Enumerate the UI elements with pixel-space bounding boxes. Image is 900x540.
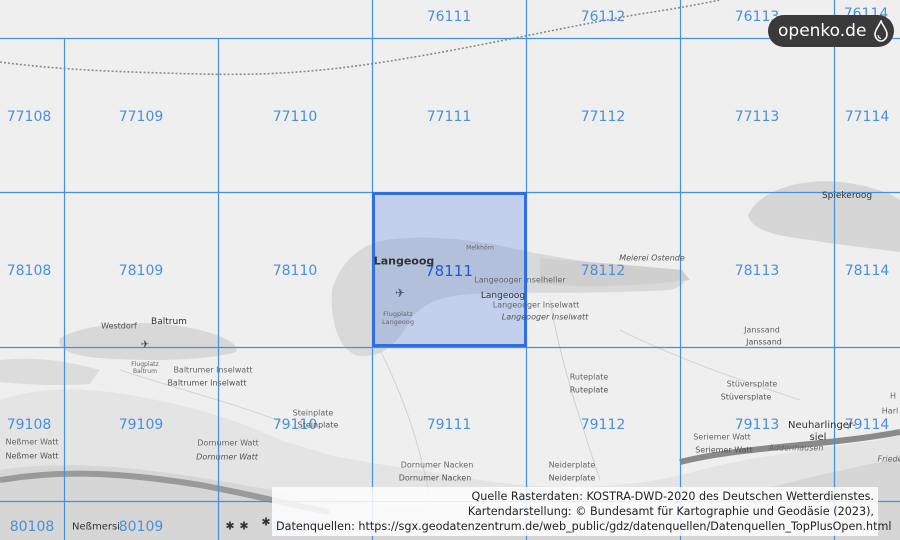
place-neuharlingersiel: Neuharlinger-siel [788, 420, 857, 443]
place-steinplate-label: Steinplate [297, 420, 339, 430]
place-langeooger-inselheller: Langeooger Inselheller [474, 275, 566, 285]
place-langeooger-inselwatt-label: Langeooger Inselwatt [501, 312, 589, 322]
place-dornumer-watt-label: Dornumer Watt [196, 452, 258, 462]
logo-text: openko.de [778, 21, 867, 41]
grid-cell-label[interactable]: 79109 [119, 417, 164, 433]
place-westdorf: Westdorf [101, 321, 137, 331]
place-nessmersiel: Neßmersi [72, 521, 120, 533]
place-harl: Harl [881, 406, 899, 416]
place-flugplatz-baltrum: Flugplatz Baltrum [131, 361, 159, 375]
grid-cell-label[interactable]: 78113 [735, 263, 780, 279]
grid-cell-label[interactable]: 77109 [119, 109, 164, 125]
windmill-icon: ✱ [225, 519, 235, 533]
openko-logo[interactable]: openko.de [768, 15, 894, 47]
airport-icon: ✈ [140, 339, 150, 351]
place-stuversplate-label: Stüversplate [720, 392, 772, 402]
grid-cell-label[interactable]: 77111 [427, 109, 472, 125]
place-baltrumer-inselwatt: Baltrumer Inselwatt [173, 365, 253, 375]
grid-cell-label[interactable]: 79112 [581, 417, 626, 433]
place-meierei-ostende: Meierei Ostende [619, 253, 685, 263]
grid-cell-label[interactable]: 78112 [581, 263, 626, 279]
place-flugplatz-langeoog: Flugplatz Langeoog [382, 310, 414, 326]
place-nessmer-watt: Neßmer Watt [5, 437, 59, 447]
grid-cell-label[interactable]: 76111 [427, 9, 472, 25]
place-langeooger-inselwatt: Langeooger Inselwatt [492, 300, 580, 310]
grid-cell-label[interactable]: 76112 [581, 9, 626, 25]
place-seriemer-watt-label: Seriemer Watt [695, 445, 753, 455]
grid-cell-label[interactable]: 80109 [119, 519, 164, 535]
grid-cell-label[interactable]: 79111 [427, 417, 472, 433]
grid-cell-label[interactable]: 78108 [7, 263, 52, 279]
grid-cell-label[interactable]: 77113 [735, 109, 780, 125]
place-nessmer-watt-label: Neßmer Watt [5, 451, 59, 461]
windmill-icon: ✱ [239, 519, 249, 533]
grid-cell-label[interactable]: 78109 [119, 263, 164, 279]
place-janssand: Janssand [744, 325, 780, 335]
place-dornumer-nacken: Dornumer Nacken [400, 460, 474, 470]
grid-cell-label[interactable]: 77110 [273, 109, 318, 125]
place-seriemer-watt: Seriemer Watt [693, 432, 751, 442]
place-ruteplate-label: Ruteplate [569, 385, 609, 395]
place-ruteplate: Ruteplate [569, 372, 609, 382]
place-h: H [889, 391, 897, 401]
grid-cell-label[interactable]: 78114 [845, 263, 890, 279]
place-stuversplate: Stüversplate [726, 379, 778, 389]
place-langeoog-town: Langeoog [480, 291, 526, 301]
place-janssand-label: Janssand [746, 337, 782, 347]
grid-cell-label[interactable]: 78110 [273, 263, 318, 279]
place-baltrum: Baltrum [151, 317, 187, 327]
place-dornumer-watt: Dornumer Watt [197, 438, 259, 448]
place-steinplate: Steinplate [292, 408, 334, 418]
place-langeoog: Langeoog [373, 254, 435, 268]
place-addenhausen: Addenhausen [768, 443, 824, 453]
map-viewport[interactable]: ✈ ✈ ✱ ✱ ✱ 76111 76112 76113 76114 77108 … [0, 0, 900, 540]
place-spiekeroog: Spiekeroog [821, 191, 873, 201]
grid-cell-label[interactable]: 79108 [7, 417, 52, 433]
attribution-line: Quelle Rasterdaten: KOSTRA-DWD-2020 des … [471, 490, 874, 503]
place-dornumer-nacken-label: Dornumer Nacken [398, 473, 472, 483]
windmill-icon: ✱ [261, 515, 271, 529]
grid-cell-label[interactable]: 77114 [845, 109, 890, 125]
place-baltrumer-inselwatt-label: Baltrumer Inselwatt [167, 378, 247, 388]
attribution-box: Quelle Rasterdaten: KOSTRA-DWD-2020 des … [272, 487, 892, 536]
grid-cell-label[interactable]: 80108 [10, 519, 55, 535]
attribution-line: Kartendarstellung: © Bundesamt für Karto… [467, 505, 874, 518]
place-neiderplate: Neiderplate [548, 460, 596, 470]
raindrop-icon [874, 20, 888, 42]
grid-cell-label[interactable]: 77112 [581, 109, 626, 125]
grid-cell-label[interactable]: 79113 [735, 417, 780, 433]
place-melkhorn: Melkhörn [466, 244, 494, 252]
place-friede: Friede [877, 454, 900, 464]
grid-cell-label[interactable]: 77108 [7, 109, 52, 125]
attribution-line: Datenquellen: https://sgx.geodatenzentru… [276, 520, 892, 533]
place-neiderplate-label: Neiderplate [548, 473, 596, 483]
